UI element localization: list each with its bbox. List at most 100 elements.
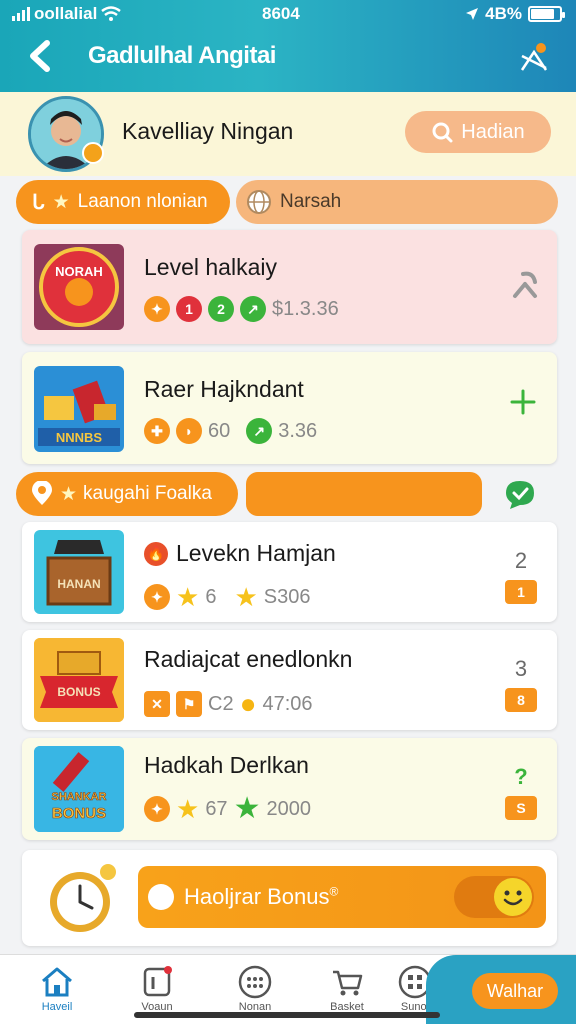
svg-text:BONUS: BONUS [57,685,100,699]
item-stats: ✚ ◗ 60 ↗ 3.36 [144,418,317,444]
search-icon [432,122,453,143]
bonus-card: Haoljrar Bonus® [22,850,557,946]
shankar-bonus-icon: SHANKAR BONUS [34,746,124,832]
profile-action-button[interactable]: Hadian [405,111,551,153]
leaf-icon: ↗ [240,296,266,322]
bonus-toggle[interactable] [454,876,534,918]
clock-icon [44,860,120,936]
star-icon: ★ [176,582,200,612]
wrench-icon [513,271,537,298]
item-thumbnail: NORAH [34,244,124,330]
item-stats: ✦ ★ 67 ★ 2000 [144,794,311,824]
list-item[interactable]: NORAH Level halkaiy ✦ 1 2 ↗ $1.3.36 [22,230,557,344]
item-thumbnail: BONUS [34,638,124,722]
carrier-label: oollalial [34,4,98,23]
bonus-superscript: ® [329,884,339,899]
star-icon: ★ [52,191,70,213]
nav-label: Haveil [41,1001,73,1013]
bonus-label-text: Haoljrar Bonus [184,884,330,909]
plus-icon [510,389,536,415]
svg-text:NNNBS: NNNBS [56,430,103,445]
badge-emblem-icon: NORAH [39,247,119,327]
item-thumbnail: NNNBS [34,366,124,452]
nav-item-grid[interactable]: Nonan [220,963,290,1013]
rank-number: 2 [514,548,528,573]
chat-button[interactable] [498,474,542,514]
rank-badge: S [505,796,537,820]
back-button[interactable] [22,36,62,76]
section-header-pill[interactable]: ★ kaugahi Foalka [16,472,238,516]
globe-icon [247,190,271,214]
cross-icon: ✕ [144,691,170,717]
map-button[interactable] [514,38,554,78]
bolt-icon: ✦ [144,584,170,610]
item-price: 3.36 [278,419,318,442]
add-button[interactable] [509,388,537,421]
item-title: Levekn Hamjan [176,540,336,566]
rank-number: ? [514,764,528,789]
rank-indicator: 3 8 [505,656,537,712]
flame-icon: ✚ [144,418,170,444]
item-title: Level halkaiy [144,254,277,280]
rank-badge: 8 [505,688,537,712]
item-action[interactable] [509,268,539,307]
map-pin-icon [520,43,548,71]
rank-badge: 1 [505,580,537,604]
battery-percent: 4B% [485,4,522,23]
leaf-icon: ↗ [246,418,273,444]
avatar-status-badge [82,142,104,164]
bonus-label: Haoljrar Bonus® [184,884,338,910]
bolt-icon: ✦ [144,796,170,822]
grid-icon [238,965,272,999]
rank-number: 3 [514,656,528,681]
list-item[interactable]: NNNBS Raer Hajkndant ✚ ◗ 60 ↗ 3.36 [22,352,557,464]
back-chevron-icon [30,40,50,72]
ranked-list-item[interactable]: BONUS Radiajcat enedlonkn ✕ ⚑ C2 ● 47:06… [22,630,557,730]
item-count: 60 [208,419,231,442]
tab-secondary-label: Narsah [280,191,342,212]
tab-secondary[interactable]: Narsah [236,180,558,224]
section-header-bar [246,472,482,516]
tab-primary[interactable]: ᒐ ★ Laanon nlonian [16,180,230,224]
app-header: oollalial 8604 4B% Gadlulhal Angitai [0,0,576,92]
level-badge: 2 [208,296,234,322]
star-icon: ★ [176,794,200,824]
item-title-row: 🔥 Levekn Hamjan [144,540,336,567]
signal-icon [12,7,30,21]
cart-icon [333,970,363,996]
home-icon [42,967,72,997]
bonus-button[interactable]: Haoljrar Bonus® [138,866,546,928]
page-title: Gadlulhal Angitai [88,42,276,69]
location-star-icon [32,481,52,505]
badge-icon [143,966,172,997]
status-bar: oollalial 8604 4B% [0,4,576,26]
nav-item-cart[interactable]: Basket [312,963,382,1013]
item-price: $1.3.36 [272,297,339,320]
status-right: 4B% [465,4,565,24]
profile-name: Kavelliay Ningan [122,118,294,144]
nav-item-badge[interactable]: Voaun [122,963,192,1013]
svg-text:NORAH: NORAH [55,264,103,279]
tab-primary-glyph-icon: ᒐ [32,191,45,214]
nav-cta-button[interactable]: Walhar [472,973,558,1009]
item-thumbnail: SHANKAR BONUS [34,746,124,832]
section-header-label: kaugahi Foalka [83,483,212,504]
nav-item-home[interactable]: Haveil [22,963,92,1013]
chat-bubble-icon [506,481,534,509]
item-score: 2000 [266,797,311,820]
svg-text:BONUS: BONUS [52,805,106,822]
ranked-list-item[interactable]: SHANKAR BONUS Hadkah Derlkan ✦ ★ 67 ★ 20… [22,738,557,840]
item-time: 47:06 [262,692,313,715]
bolt-icon: ✦ [144,296,170,322]
item-title: Hadkah Derlkan [144,752,309,778]
status-left: oollalial [12,4,122,24]
rank-indicator: 2 1 [505,548,537,604]
home-indicator[interactable] [134,1012,440,1018]
crate-icon: HANAN [46,540,112,606]
smiley-icon [494,878,532,916]
item-title: Radiajcat enedlonkn [144,646,353,672]
ranked-list-item[interactable]: HANAN 🔥 Levekn Hamjan ✦ ★ 6 ★ S306 2 1 [22,522,557,622]
item-count: 67 [205,797,228,820]
battery-icon [528,6,565,22]
profile-action-label: Hadian [461,120,525,143]
